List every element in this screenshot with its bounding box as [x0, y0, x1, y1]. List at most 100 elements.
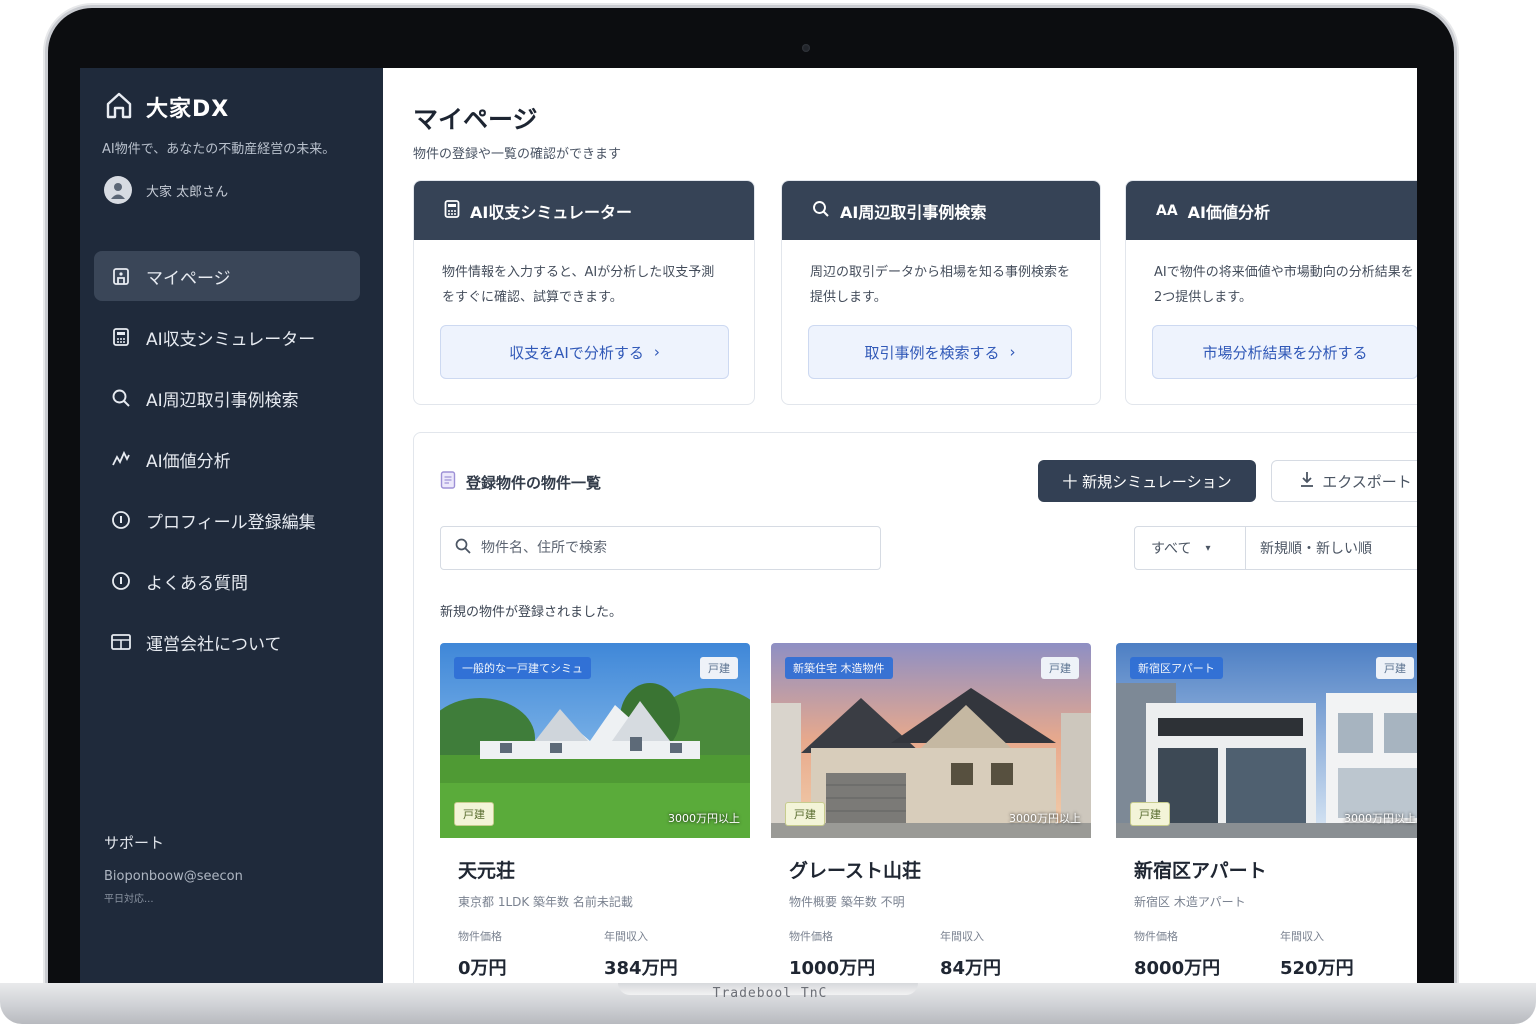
property-list-panel: 登録物件の物件一覧 十 新規シミュレーション エクスポート すべて ▾: [413, 432, 1417, 983]
sidebar-item-label: プロフィール登録編集: [146, 512, 316, 533]
property-name: グレースト山荘: [789, 860, 922, 882]
laptop-brand-text: Tradebool TnC: [712, 986, 828, 1001]
feature-card-description: AIで物件の将来価値や市場動向の分析結果を2つ提供します。: [1154, 265, 1414, 305]
property-type-badge: 戸建: [1376, 657, 1414, 679]
stat-label: 年間収入: [940, 930, 984, 943]
sidebar: 大家DX AI物件で、あなたの不動産経営の未来。 大家 太郎さん マイページ A…: [80, 68, 383, 983]
property-card[interactable]: 新築住宅 木造物件 戸建 戸建 3000万円以上 グレースト山荘 物件概要 築年…: [771, 643, 1091, 983]
stat-value: 84万円: [940, 958, 1002, 979]
property-stats: 物件価格 1000万円 年間収入 84万円: [789, 928, 1091, 980]
property-summary: 東京都 1LDK 築年数 名前未記載: [458, 895, 633, 909]
property-name: 天元荘: [458, 860, 516, 882]
chevron-right-icon: ›: [653, 343, 660, 361]
search-icon: [812, 200, 830, 222]
property-name: 新宿区アパート: [1134, 860, 1267, 882]
brand[interactable]: 大家DX: [104, 90, 229, 124]
support-hours: 平日対応...: [104, 894, 154, 905]
stat-label: 年間収入: [604, 930, 648, 943]
stat-label: 物件価格: [1134, 930, 1178, 943]
property-stats: 物件価格 8000万円 年間収入 520万円: [1134, 928, 1417, 980]
info-icon: [110, 570, 132, 592]
sidebar-item-analysis[interactable]: AI価値分析: [94, 434, 360, 484]
sidebar-item-simulator[interactable]: AI収支シミュレーター: [94, 312, 360, 362]
button-label: エクスポート: [1322, 472, 1412, 491]
export-button[interactable]: エクスポート: [1271, 460, 1417, 502]
new-simulation-button[interactable]: 十 新規シミュレーション: [1038, 460, 1256, 502]
support-email[interactable]: Bioponboow@seecon: [104, 869, 243, 884]
stat-price: 物件価格 0万円: [458, 928, 604, 980]
sidebar-item-label: AI周辺取引事例検索: [146, 390, 299, 411]
property-category-badge: 戸建: [454, 802, 494, 826]
property-type-badge: 戸建: [700, 657, 738, 679]
feature-card-header: AI収支シミュレーター: [414, 181, 754, 240]
button-label: 十 新規シミュレーション: [1062, 472, 1232, 491]
stat-value: 1000万円: [789, 958, 876, 979]
user-name: 大家 太郎さん: [146, 184, 229, 200]
feature-card-title: AI収支シミュレーター: [470, 202, 633, 222]
page-title: マイページ: [413, 105, 538, 134]
ai-text-icon: AA: [1156, 202, 1178, 219]
sidebar-item-label: 運営会社について: [146, 634, 282, 655]
stat-label: 物件価格: [458, 930, 502, 943]
feature-card-header: AI周辺取引事例検索: [782, 181, 1100, 240]
stat-income: 年間収入 520万円: [1280, 928, 1417, 980]
property-category-badge: 戸建: [1130, 802, 1170, 826]
house-logo-icon: [104, 90, 134, 124]
property-card[interactable]: 一般的な一戸建てシミュ 戸建 戸建 3000万円以上 天元荘 東京都 1LDK …: [440, 643, 750, 983]
feature-card-description: 物件情報を入力すると、AIが分析した収支予測をすぐに確認、試算できます。: [442, 265, 715, 305]
sidebar-item-mypage[interactable]: マイページ: [94, 251, 360, 301]
home-icon: [110, 265, 132, 287]
property-type-badge: 戸建: [1041, 657, 1079, 679]
search-input[interactable]: [481, 540, 861, 556]
search-transactions-button[interactable]: 取引事例を検索する ›: [808, 325, 1072, 379]
search-icon: [455, 538, 471, 558]
property-list-title: 登録物件の物件一覧: [466, 473, 602, 492]
feature-card-title: AI周辺取引事例検索: [840, 202, 987, 222]
analyze-market-button[interactable]: 市場分析結果を分析する: [1152, 325, 1417, 379]
property-search-field[interactable]: [440, 526, 881, 570]
sidebar-nav: マイページ AI収支シミュレーター AI周辺取引事例検索 AI価値分析 プロフィ…: [94, 251, 360, 678]
support-title: サポート: [104, 834, 165, 852]
avatar: [104, 176, 132, 204]
property-summary: 物件概要 築年数 不明: [789, 895, 905, 909]
property-tag: 一般的な一戸建てシミュ: [454, 657, 591, 679]
sidebar-item-profile[interactable]: プロフィール登録編集: [94, 495, 360, 545]
chevron-right-icon: ›: [1009, 343, 1016, 361]
button-label: 収支をAIで分析する: [509, 343, 644, 362]
property-card[interactable]: 新宿区アパート 戸建 戸建 3000万円以上 新宿区アパート 新宿区 木造アパー…: [1116, 643, 1417, 983]
feature-card-header: AA AI価値分析: [1126, 181, 1417, 240]
stat-label: 物件価格: [789, 930, 833, 943]
property-price-range: 3000万円以上: [668, 812, 740, 825]
sidebar-item-label: AI収支シミュレーター: [146, 329, 316, 350]
filter-label: すべて: [1151, 541, 1192, 557]
feature-card-simulator: AI収支シミュレーター 物件情報を入力すると、AIが分析した収支予測をすぐに確認…: [413, 180, 755, 405]
property-tag: 新宿区アパート: [1130, 657, 1223, 679]
sidebar-item-search[interactable]: AI周辺取引事例検索: [94, 373, 360, 423]
feature-card-value-analysis: AA AI価値分析 AIで物件の将来価値や市場動向の分析結果を2つ提供します。 …: [1125, 180, 1417, 405]
sort-order-select[interactable]: 新規順・新しい順: [1245, 526, 1417, 570]
stat-value: 520万円: [1280, 958, 1354, 979]
result-note: 新規の物件が登録されました。: [440, 605, 623, 620]
sidebar-item-company[interactable]: 運営会社について: [94, 617, 360, 667]
analyze-income-button[interactable]: 収支をAIで分析する ›: [440, 325, 729, 379]
property-price-range: 3000万円以上: [1009, 812, 1081, 825]
button-label: 市場分析結果を分析する: [1202, 343, 1368, 362]
category-filter-select[interactable]: すべて ▾: [1134, 526, 1246, 570]
camera: [802, 44, 810, 52]
property-photo: 一般的な一戸建てシミュ 戸建 戸建 3000万円以上: [440, 643, 750, 838]
user-profile[interactable]: 大家 太郎さん: [104, 176, 228, 204]
chart-icon: [110, 448, 132, 470]
stat-value: 8000万円: [1134, 958, 1221, 979]
chevron-down-icon: ▾: [1205, 542, 1211, 554]
stat-value: 0万円: [458, 958, 507, 979]
support-info: サポート Bioponboow@seecon 平日対応...: [104, 832, 243, 905]
feature-card-description: 周辺の取引データから相場を知る事例検索を提供します。: [810, 265, 1071, 305]
main-content: マイページ 物件の登録や一覧の確認ができます AI収支シミュレーター 物件情報を…: [383, 68, 1417, 983]
sidebar-item-faq[interactable]: よくある質問: [94, 556, 360, 606]
button-label: 取引事例を検索する: [864, 343, 1000, 362]
building-icon: [110, 631, 132, 653]
info-icon: [110, 509, 132, 531]
page-subtitle: 物件の登録や一覧の確認ができます: [413, 147, 622, 162]
stat-income: 年間収入 384万円: [604, 928, 750, 980]
calculator-icon: [444, 199, 460, 222]
